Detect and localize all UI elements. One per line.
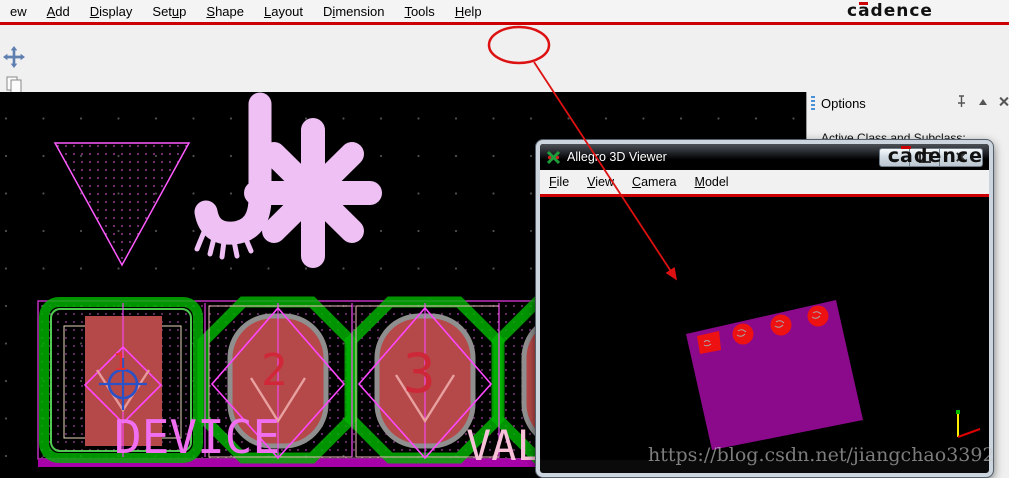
menu-item-file[interactable]: File [540,173,578,191]
panel-pin-icon[interactable] [956,95,967,108]
axis-triad [956,410,981,438]
menu-item-display[interactable]: Display [80,2,143,21]
menu-item-shape[interactable]: Shape [196,2,254,21]
panel-drag-handle[interactable] [811,96,815,110]
menu-item-setup[interactable]: Setup [142,2,196,21]
asterisk-shape[interactable] [244,118,382,268]
viewer-cadence-logo: cadence [887,145,983,167]
options-title: Options [821,95,866,111]
viewer-title: Allegro 3D Viewer [567,150,667,164]
viewer-app-icon [546,150,561,164]
pad-number-1: 1 [113,348,127,376]
allegro-3d-viewer-window[interactable]: Allegro 3D Viewer File View Camera Model ca… [536,140,993,477]
value-text: VAL [466,421,542,470]
menu-item-dimension[interactable]: Dimension [313,2,394,21]
panel-close-icon[interactable] [999,97,1008,106]
menu-item-help[interactable]: Help [445,2,492,21]
menu-item-add[interactable]: Add [37,2,80,21]
menu-item-tools[interactable]: Tools [394,2,444,21]
pad-number-2: 2 [261,345,288,396]
move-icon[interactable] [0,43,28,71]
refdes-text: DEVICE [114,410,280,464]
panel-collapse-icon[interactable] [979,98,987,105]
menu-item-layout[interactable]: Layout [254,2,313,21]
pad-number-3: 3 [403,342,436,405]
options-panel-header: Options [807,92,1009,114]
cadence-macron [859,2,868,5]
allegro-pcb-editor: ew Add Display Setup Shape Layout Dimension Too… [0,0,1009,478]
menu-item-view[interactable]: View [578,173,623,191]
menu-item-model[interactable]: Model [686,173,738,191]
board-3d [686,300,863,450]
menu-item-ew[interactable]: ew [0,2,37,21]
viewer-menubar: File View Camera Model [540,170,989,194]
brand-red-line [0,22,1009,25]
viewer-3d-canvas[interactable] [540,197,989,460]
cadence-logo: cadence [847,1,933,21]
menu-item-camera[interactable]: Camera [623,173,685,191]
